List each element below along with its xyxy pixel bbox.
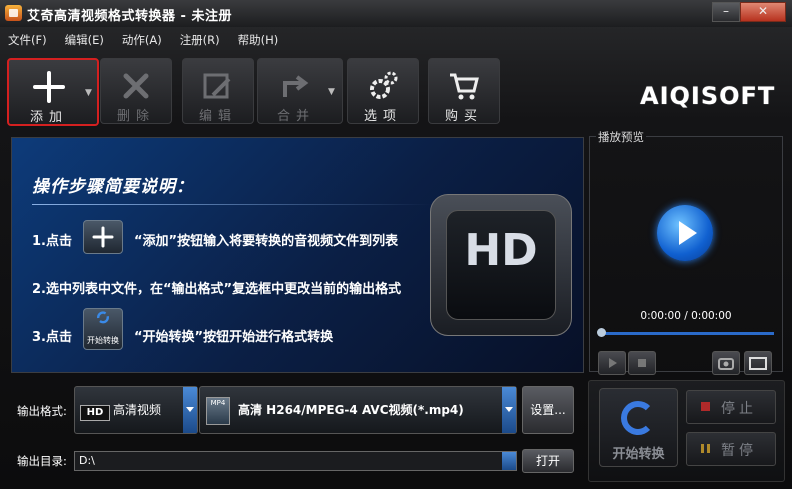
category-value: 高清视频: [113, 403, 162, 417]
pause-label: 暂停: [721, 443, 757, 459]
step3-text: “开始转换”按钮开始进行格式转换: [134, 330, 334, 345]
close-button[interactable]: ✕: [740, 2, 786, 22]
step3-prefix: 3.点击: [32, 330, 72, 345]
window-title: 艾奇高清视频格式转换器 - 未注册: [27, 9, 232, 24]
add-label: 添加: [29, 110, 68, 125]
hd-badge-text: HD: [464, 225, 538, 276]
title-bar: 艾奇高清视频格式转换器 - 未注册 – ✕: [0, 0, 792, 27]
preview-panel: 0:00:00 / 0:00:00 播放预览: [588, 126, 783, 375]
hd-badge-graphic: HD: [430, 194, 572, 336]
format-label: 输出格式:: [17, 404, 67, 418]
menu-bar: 文件(F) 编辑(E) 动作(A) 注册(R) 帮助(H): [0, 30, 288, 50]
format-select[interactable]: MP4 高清 H264/MPEG-4 AVC视频(*.mp4): [199, 386, 517, 434]
settings-button[interactable]: 设置...: [522, 386, 574, 434]
convert-icon: [621, 401, 655, 435]
merge-label: 合并: [276, 109, 315, 124]
delete-label: 删除: [116, 109, 155, 124]
preview-time: 0:00:00 / 0:00:00: [640, 310, 732, 322]
step1-text: “添加”按钮输入将要转换的音视频文件到列表: [134, 234, 399, 249]
chevron-down-icon[interactable]: ▼: [85, 88, 92, 98]
output-dir-label: 输出目录:: [17, 454, 67, 468]
film-edit-icon: [203, 73, 231, 99]
menu-edit[interactable]: 编辑(E): [57, 30, 112, 50]
start-convert-button[interactable]: 开始转换: [599, 388, 678, 467]
start-convert-label: 开始转换: [612, 447, 665, 462]
play-icon[interactable]: [657, 205, 713, 261]
pause-button[interactable]: 暂停: [686, 432, 776, 466]
open-folder-button[interactable]: 打开: [522, 449, 574, 473]
mp4-file-badge: MP4: [210, 399, 226, 407]
app-icon: [5, 5, 22, 21]
play-small-button[interactable]: [598, 351, 626, 375]
guide-heading: 操作步骤简要说明：: [32, 177, 194, 197]
stop-label: 停止: [721, 401, 757, 417]
options-label: 选项: [363, 109, 402, 124]
output-dir-value: D:\: [79, 454, 95, 467]
menu-help[interactable]: 帮助(H): [230, 30, 287, 50]
edit-label: 编辑: [198, 109, 237, 124]
add-button[interactable]: 添加 ▼: [7, 58, 99, 126]
toolbar: 添加 ▼ 删除 编辑 合并 ▼ 选项 购买 AIQISOFT: [0, 55, 792, 127]
chevron-down-icon[interactable]: [183, 387, 197, 433]
output-dir-field[interactable]: D:\: [74, 451, 517, 471]
stop-button[interactable]: 停止: [686, 390, 776, 424]
buy-label: 购买: [444, 109, 483, 124]
preview-screen: 0:00:00 / 0:00:00: [589, 136, 783, 375]
merge-button[interactable]: 合并 ▼: [257, 58, 343, 124]
step1-prefix: 1.点击: [32, 234, 72, 249]
seek-handle[interactable]: [597, 328, 606, 337]
stop-icon: [701, 402, 710, 411]
app-window: 艾奇高清视频格式转换器 - 未注册 – ✕ 文件(F) 编辑(E) 动作(A) …: [0, 0, 792, 489]
format-value: 高清 H264/MPEG-4 AVC视频(*.mp4): [238, 403, 464, 417]
menu-register[interactable]: 注册(R): [172, 30, 228, 50]
start-convert-step-icon: 开始转换: [83, 308, 123, 350]
pause-icon: [701, 444, 710, 453]
edit-button[interactable]: 编辑: [182, 58, 254, 124]
preview-title: 播放预览: [596, 129, 646, 145]
folder-button[interactable]: [744, 351, 772, 375]
buy-button[interactable]: 购买: [428, 58, 500, 124]
camera-button[interactable]: [712, 351, 740, 375]
menu-action[interactable]: 动作(A): [114, 30, 170, 50]
brand-logo: AIQISOFT: [640, 82, 776, 110]
menu-file[interactable]: 文件(F): [0, 30, 55, 50]
mp4-file-icon: MP4: [206, 397, 230, 425]
cart-icon: [450, 73, 479, 100]
options-button[interactable]: 选项: [347, 58, 419, 124]
chevron-down-icon[interactable]: [502, 452, 516, 470]
stop-small-button[interactable]: [628, 351, 656, 375]
gear-icon: [370, 71, 398, 99]
output-settings: 输出格式: HD 高清视频 MP4 高清 H264/MPEG-4 AVC视频(*…: [11, 380, 582, 480]
hd-icon: HD: [80, 405, 110, 421]
guide-divider: [32, 204, 432, 205]
add-step-icon: [83, 220, 123, 254]
chevron-down-icon[interactable]: ▼: [328, 87, 335, 97]
plus-icon: [33, 71, 65, 103]
category-select[interactable]: HD 高清视频: [74, 386, 198, 434]
quick-guide-panel: 操作步骤简要说明： 1.点击 “添加”按钮输入将要转换的音视频文件到列表 2.选…: [11, 137, 584, 373]
seek-bar[interactable]: [600, 332, 774, 335]
start-convert-step-label: 开始转换: [87, 336, 119, 345]
chevron-down-icon[interactable]: [502, 387, 516, 433]
step2-text: 2.选中列表中文件，在“输出格式”复选框中更改当前的输出格式: [32, 282, 402, 297]
delete-icon: [123, 73, 149, 99]
merge-icon: [283, 75, 309, 97]
delete-button[interactable]: 删除: [100, 58, 172, 124]
window-controls: – ✕: [712, 2, 786, 22]
convert-panel: 开始转换 停止 暂停: [588, 380, 785, 482]
minimize-button[interactable]: –: [712, 2, 740, 22]
